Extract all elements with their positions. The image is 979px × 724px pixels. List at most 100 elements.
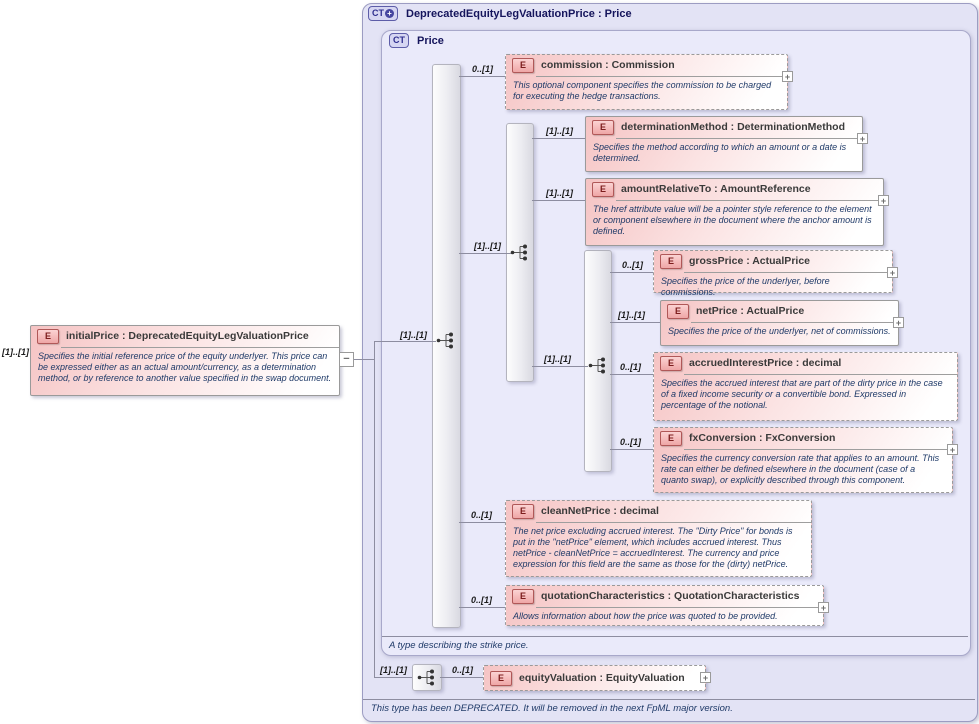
outer-titlebar: CT+ DeprecatedEquityLegValuationPrice : … xyxy=(368,6,632,21)
element-description: Allows information about how the price w… xyxy=(506,608,823,624)
element-description: Specifies the accrued interest that are … xyxy=(654,375,957,413)
cardinality-label: 0..[1] xyxy=(471,510,492,520)
cardinality-label: 0..[1] xyxy=(472,64,493,74)
expand-icon[interactable]: + xyxy=(887,267,898,278)
ct-plus-icon: + xyxy=(385,9,394,18)
expand-icon[interactable]: + xyxy=(700,672,711,683)
complex-type-badge: CT+ xyxy=(368,6,398,21)
inner-footer-divider xyxy=(382,636,968,637)
connector-line xyxy=(610,449,653,450)
collapse-icon[interactable]: − xyxy=(339,352,354,367)
element-badge: E xyxy=(512,504,534,519)
element-badge: E xyxy=(512,589,534,604)
connector-line xyxy=(610,272,653,273)
element-description: Specifies the currency conversion rate t… xyxy=(654,450,952,488)
element-determinationMethod[interactable]: EdeterminationMethod : DeterminationMeth… xyxy=(585,116,863,172)
xsd-diagram-canvas: CT+ DeprecatedEquityLegValuationPrice : … xyxy=(0,0,979,724)
element-amountRelativeTo[interactable]: EamountRelativeTo : AmountReference The … xyxy=(585,178,884,246)
element-badge: E xyxy=(37,329,59,344)
expand-icon[interactable]: + xyxy=(782,71,793,82)
connector-line xyxy=(532,138,585,139)
element-badge: E xyxy=(660,356,682,371)
expand-icon[interactable]: + xyxy=(857,133,868,144)
outer-footer-divider xyxy=(363,699,975,700)
element-badge: E xyxy=(490,671,512,686)
element-badge: E xyxy=(660,431,682,446)
element-title: accruedInterestPrice : decimal xyxy=(689,357,841,369)
element-title: fxConversion : FxConversion xyxy=(689,432,835,444)
element-description: Specifies the method according to which … xyxy=(586,139,862,166)
cardinality-label: [1]..[1] xyxy=(400,330,427,340)
element-badge: E xyxy=(660,254,682,269)
expand-icon[interactable]: + xyxy=(818,602,829,613)
element-fxConversion[interactable]: EfxConversion : FxConversion Specifies t… xyxy=(653,427,953,493)
connector-line xyxy=(610,322,660,323)
cardinality-label: 0..[1] xyxy=(471,595,492,605)
cardinality-label: [1]..[1] xyxy=(546,126,573,136)
element-netPrice[interactable]: EnetPrice : ActualPrice Specifies the pr… xyxy=(660,300,899,346)
inner-footer-text: A type describing the strike price. xyxy=(389,640,529,651)
element-badge: E xyxy=(667,304,689,319)
element-badge: E xyxy=(512,58,534,73)
element-badge: E xyxy=(592,120,614,135)
element-equityValuation[interactable]: EequityValuation : EquityValuation xyxy=(483,665,706,691)
connector-line xyxy=(374,677,412,678)
cardinality-label: 0..[1] xyxy=(620,362,641,372)
outer-footer-text: This type has been DEPRECATED. It will b… xyxy=(371,703,733,714)
cardinality-label: [1]..[1] xyxy=(2,347,29,357)
connector-trunk xyxy=(374,341,375,678)
element-description: Specifies the initial reference price of… xyxy=(31,348,339,386)
element-cleanNetPrice[interactable]: EcleanNetPrice : decimal The net price e… xyxy=(505,500,812,577)
element-title-row: E initialPrice : DeprecatedEquityLegValu… xyxy=(31,326,339,345)
sequence-icon xyxy=(587,356,609,375)
cardinality-label: 0..[1] xyxy=(622,260,643,270)
expand-icon[interactable]: + xyxy=(893,317,904,328)
element-description: The href attribute value will be a point… xyxy=(586,201,883,239)
element-title: amountRelativeTo : AmountReference xyxy=(621,183,811,195)
connector-line xyxy=(532,200,585,201)
cardinality-label: 0..[1] xyxy=(620,437,641,447)
element-badge: E xyxy=(592,182,614,197)
element-grossPrice[interactable]: EgrossPrice : ActualPrice Specifies the … xyxy=(653,250,893,293)
outer-title: DeprecatedEquityLegValuationPrice : Pric… xyxy=(406,8,632,20)
complex-type-badge: CT xyxy=(389,33,409,48)
connector-line xyxy=(459,607,505,608)
inner-title: Price xyxy=(417,35,444,47)
element-commission[interactable]: Ecommission : Commission This optional c… xyxy=(505,54,788,110)
sequence-icon xyxy=(509,243,531,262)
cardinality-label: [1]..[1] xyxy=(618,310,645,320)
element-title: equityValuation : EquityValuation xyxy=(519,672,685,684)
element-quotationCharacteristics[interactable]: EquotationCharacteristics : QuotationCha… xyxy=(505,585,824,626)
connector-line xyxy=(354,359,375,360)
ct-badge-label: CT xyxy=(393,34,405,47)
cardinality-label: [1]..[1] xyxy=(546,188,573,198)
element-accruedInterestPrice[interactable]: EaccruedInterestPrice : decimal Specifie… xyxy=(653,352,958,421)
element-title: initialPrice : DeprecatedEquityLegValuat… xyxy=(66,330,309,342)
sequence-connector-box xyxy=(412,664,442,691)
sequence-icon xyxy=(435,331,457,350)
element-initialPrice[interactable]: E initialPrice : DeprecatedEquityLegValu… xyxy=(30,325,340,396)
connector-line xyxy=(374,341,436,342)
sequence-icon xyxy=(416,668,438,687)
connector-line xyxy=(532,366,588,367)
cardinality-label: [1]..[1] xyxy=(380,665,407,675)
element-title: quotationCharacteristics : QuotationChar… xyxy=(541,590,799,602)
cardinality-label: [1]..[1] xyxy=(474,241,501,251)
connector-line xyxy=(459,253,511,254)
connector-line xyxy=(440,677,483,678)
expand-icon[interactable]: + xyxy=(878,195,889,206)
element-title: determinationMethod : DeterminationMetho… xyxy=(621,121,845,133)
connector-line xyxy=(459,522,505,523)
element-description: Specifies the price of the underlyer, be… xyxy=(654,273,892,300)
cardinality-label: [1]..[1] xyxy=(544,354,571,364)
element-description: Specifies the price of the underlyer, ne… xyxy=(661,323,898,339)
element-title: grossPrice : ActualPrice xyxy=(689,255,810,267)
element-title: cleanNetPrice : decimal xyxy=(541,505,659,517)
element-description: This optional component specifies the co… xyxy=(506,77,787,104)
inner-titlebar: CT Price xyxy=(389,33,444,48)
expand-icon[interactable]: + xyxy=(947,444,958,455)
element-description: The net price excluding accrued interest… xyxy=(506,523,811,572)
connector-line xyxy=(610,374,653,375)
element-title: commission : Commission xyxy=(541,59,675,71)
connector-line xyxy=(459,76,505,77)
